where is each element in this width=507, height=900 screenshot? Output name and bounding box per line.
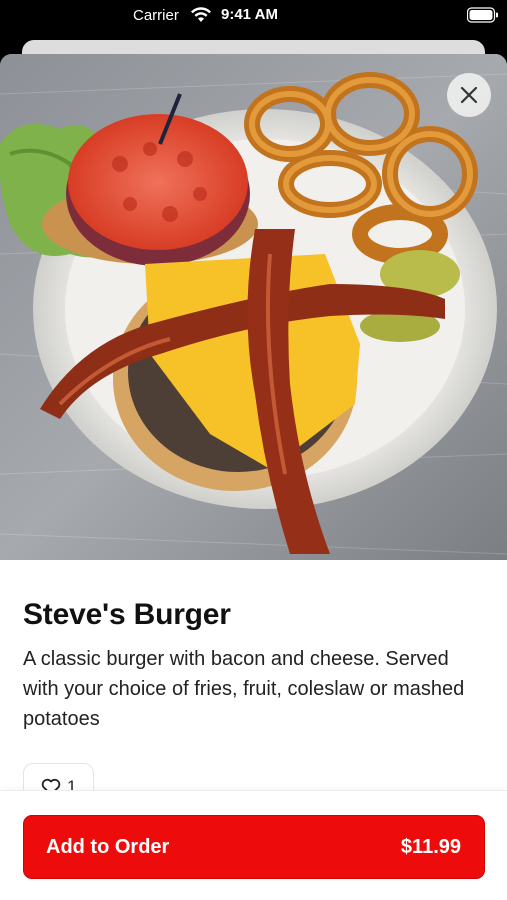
wifi-icon [191,7,211,22]
close-button[interactable] [447,73,491,117]
add-to-order-label: Add to Order [46,836,170,858]
item-title: Steve's Burger [23,598,231,631]
close-icon [460,86,478,104]
item-photo [0,54,507,560]
item-description: A classic burger with bacon and cheese. … [23,648,465,730]
battery-icon [467,7,498,23]
add-to-order-button[interactable]: Add to Order $11.99 [23,815,485,879]
carrier-label: Carrier [133,7,179,24]
burger-photo [0,54,507,560]
status-time: 9:41 AM [221,6,278,23]
bottom-order-bar: Add to Order $11.99 [0,790,507,900]
item-price: $11.99 [400,836,461,858]
status-bar: Carrier 9:41 AM [0,0,507,32]
item-detail-sheet: Steve's Burger A classic burger with bac… [0,54,507,900]
